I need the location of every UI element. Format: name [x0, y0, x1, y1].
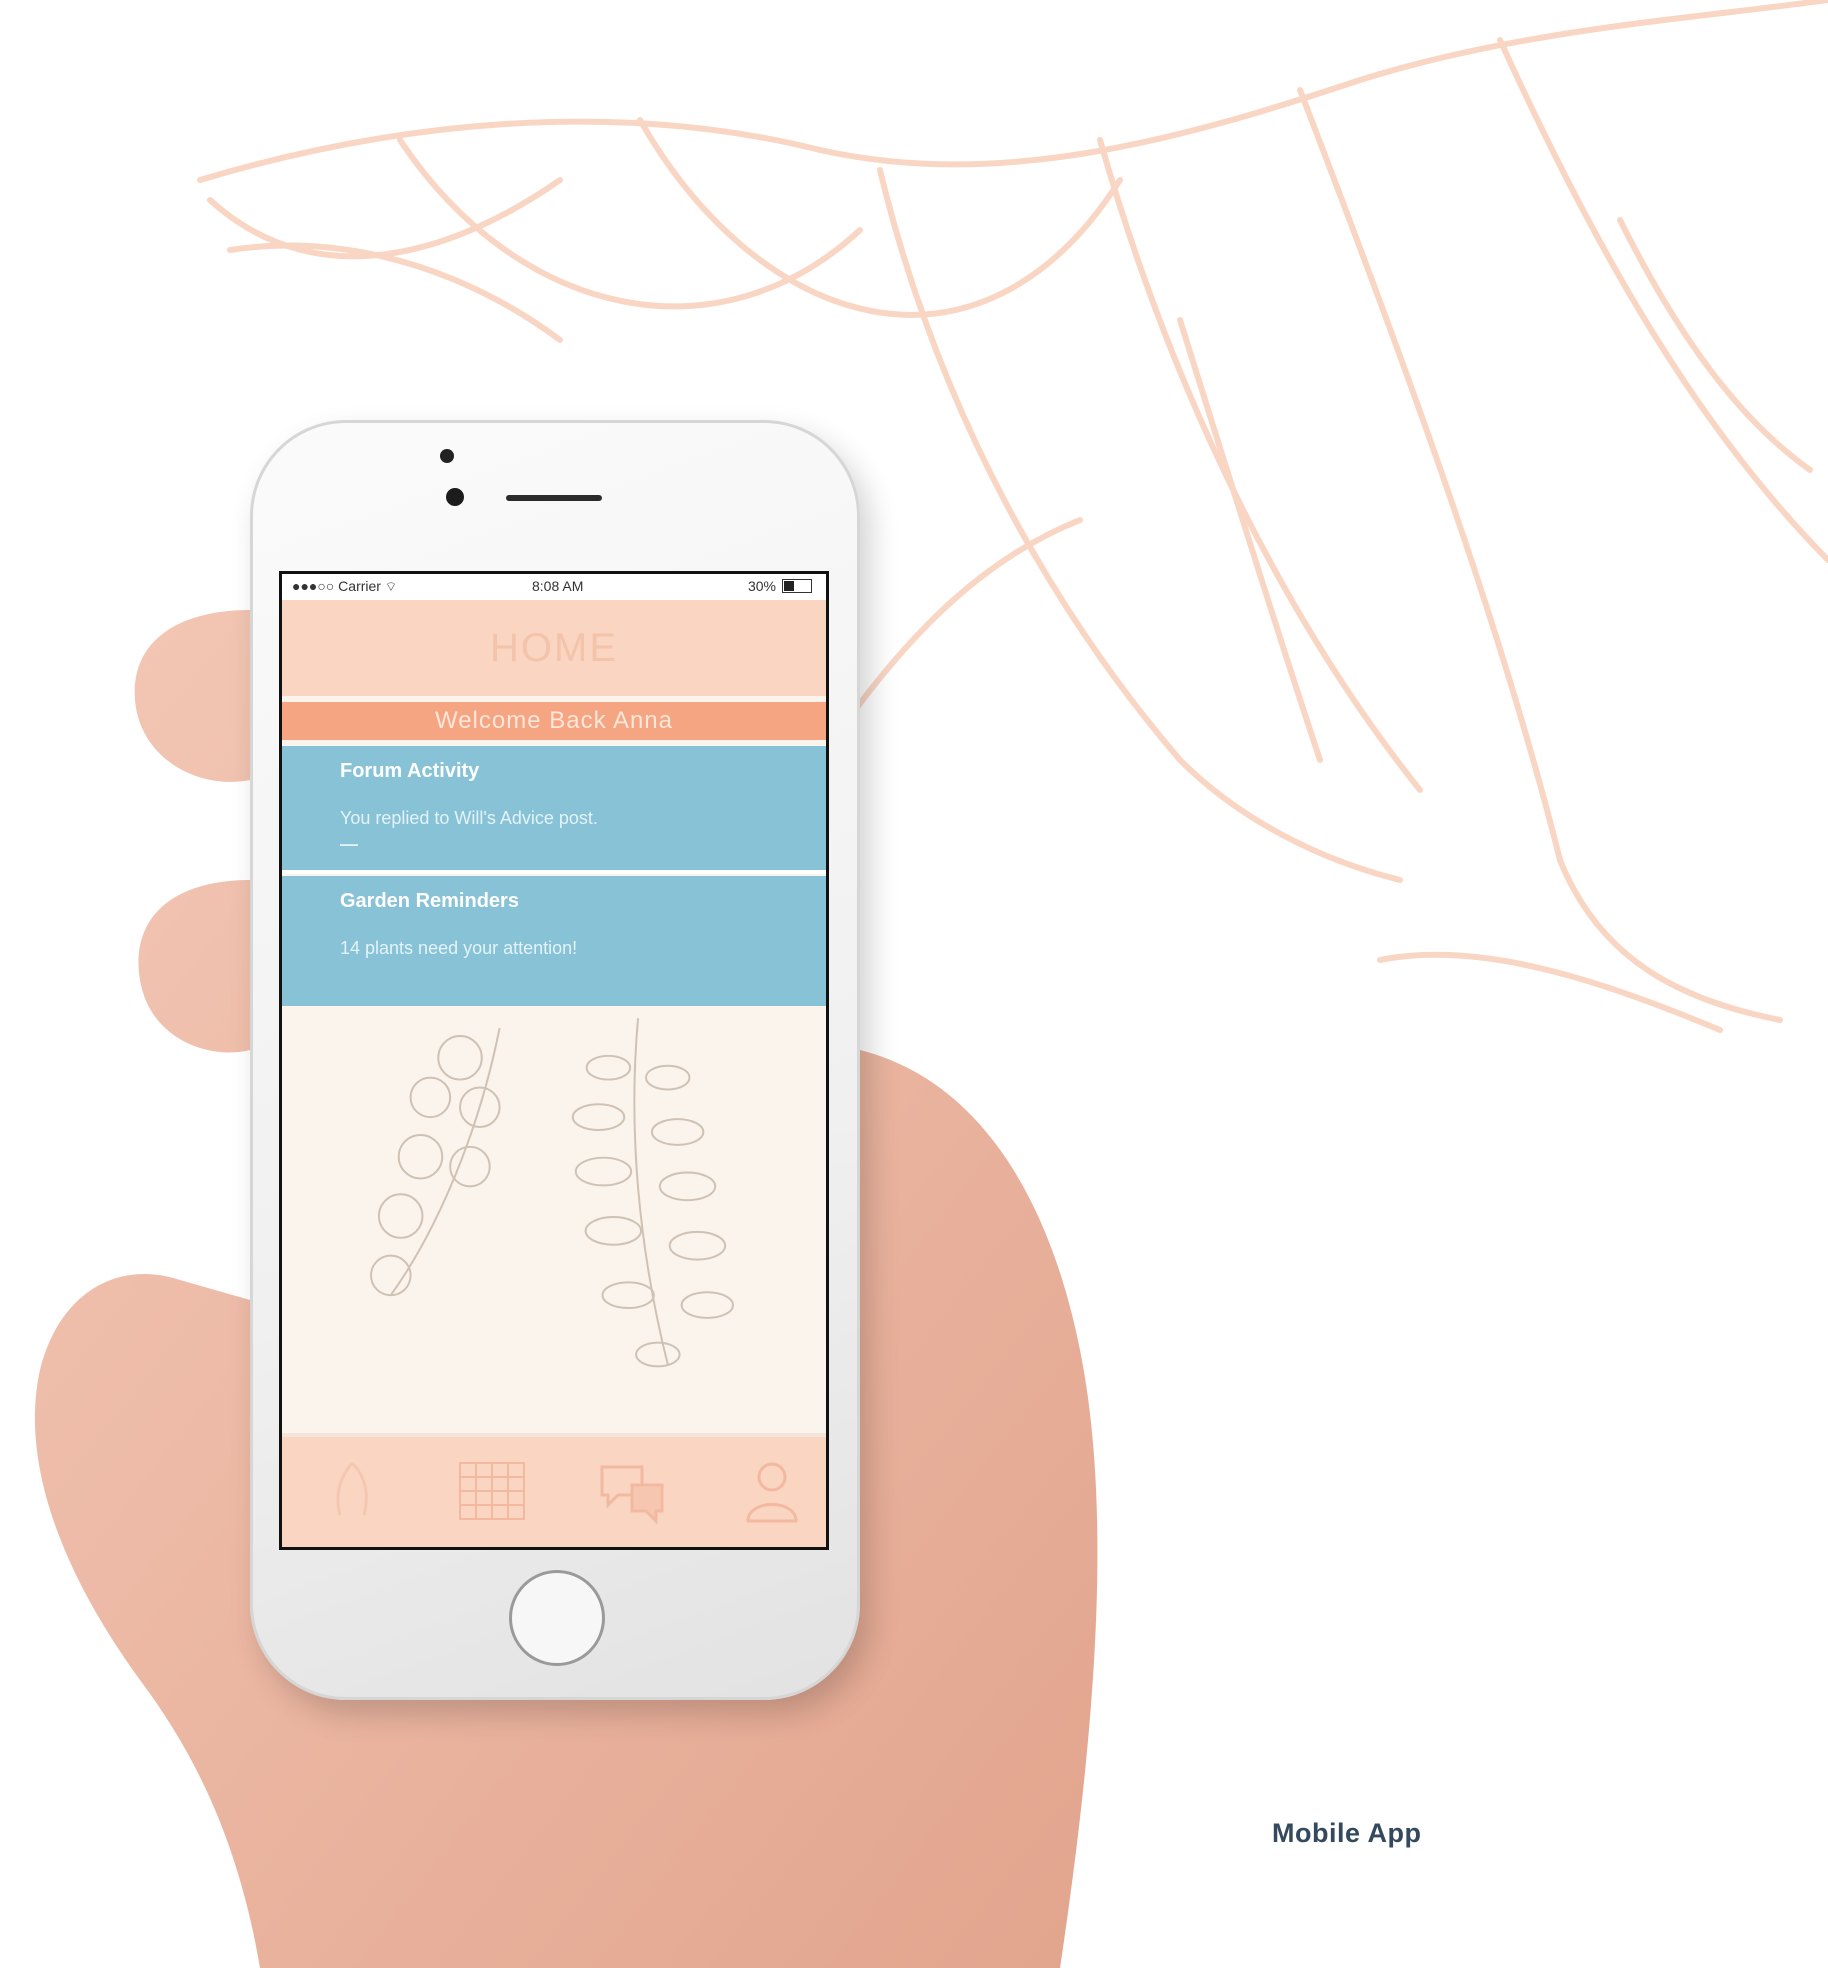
botanical-illustration — [370, 1018, 735, 1368]
status-bar: ●●●○○ Carrier ⌔ 8:08 AM 30% — [282, 574, 826, 600]
battery-status: 30% — [748, 578, 812, 594]
chat-icon[interactable] — [592, 1455, 672, 1527]
carrier-label: ●●●○○ Carrier ⌔ — [292, 578, 398, 594]
status-time: 8:08 AM — [532, 578, 584, 594]
battery-icon — [782, 579, 812, 593]
forum-activity-text: You replied to Will's Advice post. — [340, 808, 598, 828]
home-button[interactable] — [509, 1570, 605, 1666]
forum-activity-card[interactable]: Forum Activity You replied to Will's Adv… — [282, 746, 826, 870]
forum-activity-subtext: ▬▬▬ — [340, 842, 358, 848]
phone-screen: ●●●○○ Carrier ⌔ 8:08 AM 30% HOME Welcome… — [279, 571, 829, 1550]
wifi-icon: ⌔ — [384, 579, 398, 594]
front-sensor — [440, 449, 454, 463]
garden-reminders-card[interactable]: Garden Reminders 14 plants need your att… — [282, 876, 826, 1006]
caption-text: Mobile App — [1272, 1818, 1422, 1848]
garden-reminders-text: 14 plants need your attention! — [340, 938, 578, 958]
card-divider — [282, 870, 826, 874]
calendar-icon[interactable] — [452, 1455, 532, 1527]
profile-icon[interactable] — [732, 1455, 812, 1527]
garden-reminders-title: Garden Reminders — [340, 890, 519, 912]
earpiece-speaker — [506, 495, 602, 501]
page-title: HOME — [282, 600, 826, 696]
forum-activity-title: Forum Activity — [340, 760, 480, 782]
tab-bar — [282, 1433, 826, 1547]
front-camera — [446, 488, 464, 506]
welcome-banner: Welcome Back Anna — [282, 702, 826, 740]
home-icon[interactable] — [312, 1455, 392, 1527]
